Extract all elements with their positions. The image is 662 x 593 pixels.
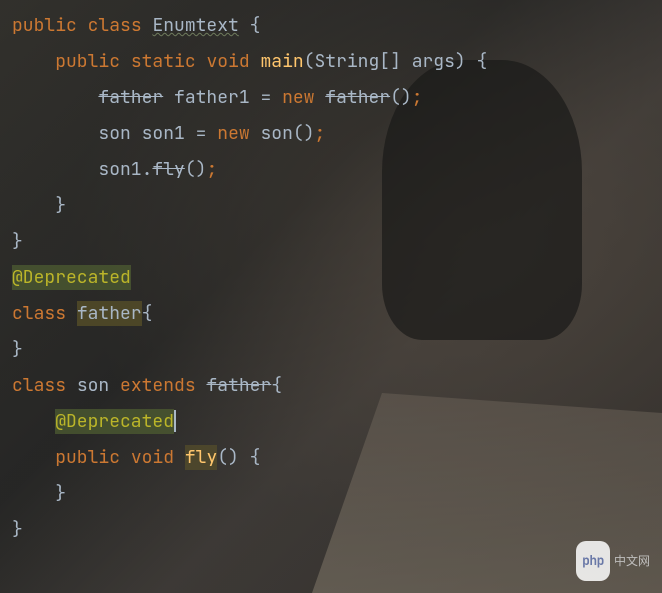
code-line-5[interactable]: son1.fly(); (12, 152, 662, 188)
equals-op: = (196, 122, 207, 145)
annotation-deprecated: @Deprecated (12, 265, 131, 290)
code-editor[interactable]: public class Enumtext { public static vo… (0, 0, 662, 548)
keyword-class: class (88, 14, 142, 37)
close-brace: } (55, 194, 66, 217)
variable-name: father1 (174, 86, 250, 109)
type: son (98, 122, 130, 145)
semicolon: ; (206, 158, 217, 181)
keyword-void: void (206, 50, 249, 73)
parens: () (293, 122, 315, 145)
open-brace: { (250, 14, 261, 37)
equals-op: = (260, 86, 271, 109)
code-line-1[interactable]: public class Enumtext { (12, 8, 662, 44)
keyword-public: public (55, 446, 120, 469)
close-brace: } (55, 482, 66, 505)
code-line-15[interactable]: } (12, 512, 662, 548)
semicolon: ; (315, 122, 326, 145)
close-brace: } (12, 518, 23, 541)
code-line-13[interactable]: public void fly() { (12, 440, 662, 476)
deprecated-superclass: father (206, 374, 271, 397)
code-line-12[interactable]: @Deprecated (12, 404, 662, 440)
keyword-class: class (12, 302, 66, 325)
code-line-2[interactable]: public static void main(String[] args) { (12, 44, 662, 80)
open-brace: { (477, 50, 488, 73)
code-line-7[interactable]: } (12, 224, 662, 260)
annotation-deprecated: @Deprecated (55, 409, 174, 434)
parens: () (217, 446, 239, 469)
object-ref: son1 (98, 158, 141, 181)
method-name-main: main (260, 50, 303, 73)
watermark: php 中文网 (576, 541, 650, 581)
open-paren: ( (304, 50, 315, 73)
constructor: son (260, 122, 292, 145)
semicolon: ; (412, 86, 423, 109)
keyword-new: new (217, 122, 249, 145)
watermark-logo: php (576, 541, 610, 581)
parens: () (390, 86, 412, 109)
close-brace: } (12, 230, 23, 253)
method-name-fly: fly (185, 445, 217, 470)
keyword-extends: extends (120, 374, 196, 397)
class-name: Enumtext (152, 14, 238, 37)
code-line-8[interactable]: @Deprecated (12, 260, 662, 296)
deprecated-method-call: fly (152, 158, 184, 181)
keyword-public: public (12, 14, 77, 37)
open-brace: { (142, 302, 153, 325)
close-paren: ) (455, 50, 466, 73)
keyword-static: static (131, 50, 196, 73)
keyword-new: new (282, 86, 314, 109)
class-name-father: father (77, 301, 142, 326)
code-line-3[interactable]: father father1 = new father(); (12, 80, 662, 116)
dot-op: . (142, 158, 153, 181)
code-line-6[interactable]: } (12, 188, 662, 224)
text-cursor (174, 410, 176, 432)
keyword-void: void (131, 446, 174, 469)
close-brace: } (12, 338, 23, 361)
param-name: args (412, 50, 455, 73)
watermark-text: 中文网 (614, 543, 650, 579)
code-line-9[interactable]: class father{ (12, 296, 662, 332)
code-line-14[interactable]: } (12, 476, 662, 512)
open-brace: { (250, 446, 261, 469)
code-line-11[interactable]: class son extends father{ (12, 368, 662, 404)
code-line-10[interactable]: } (12, 332, 662, 368)
keyword-public: public (55, 50, 120, 73)
open-brace: { (271, 374, 282, 397)
deprecated-type: father (98, 86, 163, 109)
class-name-son: son (77, 374, 109, 397)
param-type: String[] (314, 50, 400, 73)
code-line-4[interactable]: son son1 = new son(); (12, 116, 662, 152)
keyword-class: class (12, 374, 66, 397)
deprecated-constructor: father (325, 86, 390, 109)
variable-name: son1 (142, 122, 185, 145)
parens: () (185, 158, 207, 181)
